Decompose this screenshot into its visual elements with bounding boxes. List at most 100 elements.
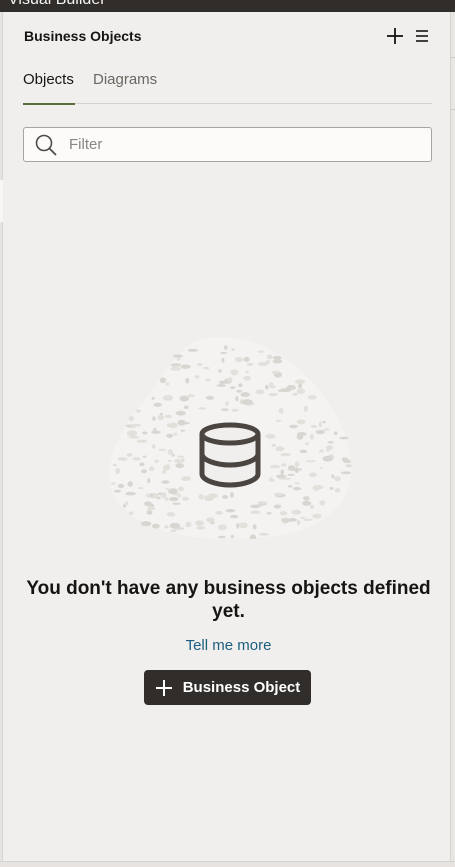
empty-state-message: You don't have any business objects defi… <box>26 578 431 622</box>
speckle-dot <box>161 480 170 484</box>
speckle-dot <box>252 524 257 530</box>
speckle-dot <box>294 461 300 468</box>
speckle-dot <box>289 424 299 429</box>
right-edge-rail <box>450 12 455 867</box>
speckle-dot <box>255 389 265 395</box>
speckle-dot <box>307 395 317 400</box>
speckle-dot <box>206 517 215 523</box>
speckle-dot <box>294 467 299 474</box>
speckle-dot <box>125 424 132 427</box>
speckle-dot <box>195 520 205 526</box>
speckle-dot <box>310 424 318 428</box>
speckle-dot <box>333 431 338 436</box>
rail-notch <box>0 180 3 222</box>
speckle-dot <box>169 497 179 502</box>
speckle-dot <box>334 488 341 493</box>
speckle-dot <box>144 501 152 507</box>
speckle-dot <box>291 509 302 515</box>
speckle-dot <box>272 355 282 360</box>
speckle-dot <box>154 459 159 463</box>
speckle-dot <box>303 405 308 412</box>
speckle-dot <box>171 453 175 457</box>
speckle-dot <box>296 432 307 436</box>
speckle-dot <box>287 485 293 488</box>
speckle-dot <box>216 384 226 387</box>
speckle-dot <box>236 522 240 529</box>
speckle-dot <box>160 492 167 499</box>
speckle-dot <box>299 449 308 454</box>
speckle-dot <box>322 455 333 462</box>
speckle-dot <box>312 485 321 491</box>
speckle-dot <box>128 511 134 515</box>
speckle-dot <box>173 432 178 436</box>
panel-menu-button[interactable] <box>410 24 434 48</box>
speckle-dot <box>198 494 204 500</box>
speckle-dot <box>298 383 303 389</box>
speckle-dot <box>151 444 156 449</box>
speckle-dot <box>303 518 313 521</box>
speckle-dot <box>177 455 185 458</box>
speckle-dot <box>271 370 280 374</box>
tab-diagrams[interactable]: Diagrams <box>93 70 163 104</box>
speckle-dot <box>309 472 317 478</box>
speckle-dot <box>281 463 287 467</box>
speckle-dot <box>171 363 182 366</box>
speckle-dot <box>217 535 226 539</box>
speckle-dot <box>151 430 161 434</box>
speckle-dot <box>294 482 300 485</box>
speckle-dot <box>280 477 292 480</box>
speckle-dot <box>180 364 191 369</box>
speckle-dot <box>322 420 326 424</box>
speckle-dot <box>269 382 274 387</box>
speckle-dot <box>222 495 228 499</box>
bottom-edge <box>0 861 455 867</box>
speckle-dot <box>149 466 154 472</box>
speckle-dot <box>146 510 153 515</box>
filter-input[interactable] <box>69 128 419 161</box>
speckle-dot <box>300 516 306 519</box>
speckle-dot <box>312 513 322 519</box>
speckle-dot <box>296 419 306 425</box>
speckle-dot <box>243 375 251 381</box>
speckle-dot <box>181 422 190 425</box>
speckle-dot <box>273 492 284 496</box>
speckle-dot <box>275 474 287 478</box>
speckle-dot <box>114 489 121 493</box>
speckle-dot <box>278 407 284 414</box>
speckle-dot <box>275 419 282 422</box>
speckle-dot <box>159 377 167 384</box>
speckle-dot <box>301 500 312 506</box>
speckle-dot <box>257 350 264 353</box>
speckle-dot <box>238 383 243 388</box>
speckle-dot <box>279 511 288 516</box>
speckle-dot <box>176 357 181 361</box>
speckle-dot <box>281 518 292 523</box>
speckle-dot <box>246 362 254 366</box>
speckle-dot <box>172 502 181 505</box>
speckle-dot <box>196 526 206 530</box>
speckle-dot <box>152 416 156 421</box>
speckle-dot <box>140 521 152 527</box>
speckle-dot <box>139 462 145 467</box>
empty-state-illustration <box>108 336 353 539</box>
speckle-dot <box>178 486 184 492</box>
speckle-dot <box>165 382 170 386</box>
speckle-dot <box>334 476 341 482</box>
speckle-dot <box>235 395 239 402</box>
speckle-dot <box>258 532 270 536</box>
speckle-dot <box>229 514 239 519</box>
tell-me-more-link[interactable]: Tell me more <box>4 637 453 654</box>
speckle-dot <box>315 429 326 435</box>
tab-objects[interactable]: Objects <box>23 70 75 105</box>
speckle-dot <box>137 487 144 490</box>
speckle-dot <box>156 496 161 500</box>
speckle-dot <box>259 504 263 507</box>
plus-icon <box>387 28 403 44</box>
speckle-dot <box>327 441 334 444</box>
panel-tabs: Objects Diagrams <box>23 70 432 105</box>
hamburger-menu-icon <box>416 30 428 42</box>
create-business-object-button[interactable]: Business Object <box>144 670 311 705</box>
speckle-dot <box>164 497 169 501</box>
add-business-object-button[interactable] <box>383 24 407 48</box>
speckle-dot <box>304 442 310 445</box>
